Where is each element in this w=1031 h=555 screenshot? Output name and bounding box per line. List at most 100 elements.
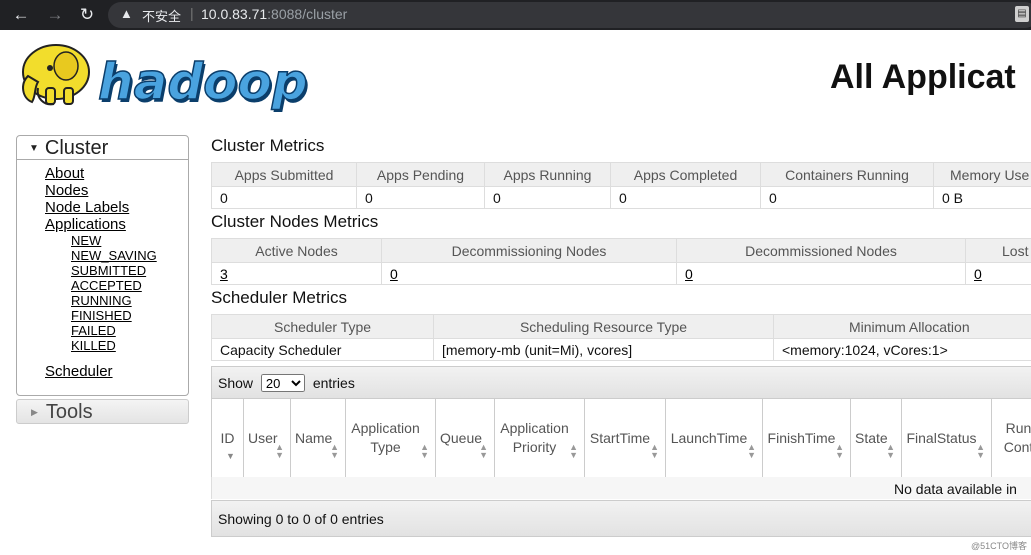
table-cell: 0 [484,186,611,209]
decommissioned-nodes-link[interactable]: 0 [685,266,693,282]
column-header-queue[interactable]: Queue ▲ ▼ [435,398,495,478]
column-header: Lost [965,238,1031,263]
nav-link-applications[interactable]: Applications [45,216,188,233]
nav-state-finished[interactable]: FINISHED [71,308,188,323]
entries-label: entries [312,375,355,391]
extension-icon[interactable]: ▤ [1015,6,1029,22]
nav-state-new-saving[interactable]: NEW_SAVING [71,248,188,263]
expanded-triangle-icon: ▼ [29,143,39,154]
tools-nav-header[interactable]: ▶ Tools [16,399,189,424]
column-header-id[interactable]: ID ▼ [211,398,244,478]
app-states-list: NEW NEW_SAVING SUBMITTED ACCEPTED RUNNIN… [45,233,188,353]
column-header-launch-time[interactable]: LaunchTime ▲ ▼ [665,398,763,478]
table-header-row: Scheduler Type Scheduling Resource Type … [211,314,1031,339]
nav-state-running[interactable]: RUNNING [71,293,188,308]
sort-icon: ▲ ▼ [976,442,985,460]
nav-state-accepted[interactable]: ACCEPTED [71,278,188,293]
table-cell: 0 B [933,186,1031,209]
column-header-finish-time[interactable]: FinishTime ▲ ▼ [762,398,851,478]
column-header: Apps Submitted [211,162,357,187]
column-header-state[interactable]: State ▲ ▼ [850,398,902,478]
active-nodes-link[interactable]: 3 [220,266,228,282]
applications-table: ID ▼ User ▲ ▼ Name ▲ ▼ Application Type ▲ ▼ Queu… [211,398,1031,478]
column-header: Minimum Allocation [773,314,1031,339]
url-divider: | [190,5,194,21]
nav-state-new[interactable]: NEW [71,233,188,248]
browser-toolbar: ← → ↻ ▲ 不安全 | 10.0.83.71:8088/cluster ▤ [0,0,1031,30]
column-header-start-time[interactable]: StartTime ▲ ▼ [584,398,666,478]
empty-table-message: No data available in [894,481,1017,497]
column-header-user[interactable]: User ▲ ▼ [243,398,291,478]
table-cell: 0 [381,262,677,285]
column-header: Apps Completed [610,162,761,187]
nav-link-about[interactable]: About [45,165,188,182]
sort-icon: ▲ ▼ [275,442,284,460]
sort-icon: ▲ ▼ [747,442,756,460]
column-header: Containers Running [760,162,934,187]
nodes-metrics-title: Cluster Nodes Metrics [211,212,379,231]
sort-icon: ▲ ▼ [569,442,578,460]
cluster-nav-panel: ▼ Cluster About Nodes Node Labels Applica… [16,135,189,396]
column-header-application-type[interactable]: Application Type ▲ ▼ [345,398,436,478]
back-icon[interactable]: ← [10,4,32,26]
column-header: Memory Use [933,162,1031,187]
warning-icon: ▲ [120,6,133,21]
table-cell: [memory-mb (unit=Mi), vcores] [433,338,774,361]
column-header: Apps Pending [356,162,485,187]
table-cell: Capacity Scheduler [211,338,434,361]
cluster-metrics-title: Cluster Metrics [211,136,325,155]
table-header-row: Active Nodes Decommissioning Nodes Decom… [211,238,1031,263]
nav-link-nodes[interactable]: Nodes [45,182,188,199]
table-header-row: Apps Submitted Apps Pending Apps Running… [211,162,1031,187]
forward-icon[interactable]: → [44,4,66,26]
page-size-select[interactable]: 20 [260,374,305,392]
empty-table-row: No data available in [211,477,1031,499]
nav-link-node-labels[interactable]: Node Labels [45,199,188,216]
page-title: All Applicat [830,58,1016,96]
svg-text:hadoop: hadoop [98,53,308,111]
collapsed-triangle-icon: ▶ [31,407,38,417]
sort-icon: ▲ ▼ [330,442,339,460]
nav-state-submitted[interactable]: SUBMITTED [71,263,188,278]
table-cell: 0 [760,186,934,209]
nav-state-failed[interactable]: FAILED [71,323,188,338]
address-bar[interactable]: ▲ 不安全 | 10.0.83.71:8088/cluster [108,2,1031,28]
column-header: Decommissioned Nodes [676,238,966,263]
sort-icon: ▲ ▼ [479,442,488,460]
security-label: 不安全 [142,10,182,25]
watermark: @51CTO博客 [971,541,1027,551]
entries-info: Showing 0 to 0 of 0 entries [218,511,384,527]
column-header: Scheduler Type [211,314,434,339]
table-row: Capacity Scheduler [memory-mb (unit=Mi),… [211,338,1031,361]
sort-icon: ▲ ▼ [886,442,895,460]
cluster-nav-header[interactable]: ▼ Cluster [17,136,188,160]
table-cell: 0 [356,186,485,209]
table-row: 3 0 0 0 [211,262,1031,285]
table-cell: 0 [610,186,761,209]
cluster-metrics-table: Apps Submitted Apps Pending Apps Running… [211,162,1031,209]
sort-icon: ▲ ▼ [835,442,844,460]
table-header-row: ID ▼ User ▲ ▼ Name ▲ ▼ Application Type ▲ ▼ Queu… [211,398,1031,478]
sort-icon: ▲ ▼ [650,442,659,460]
apps-length-bar: Show 20 entries [211,366,1031,398]
table-cell: 0 [676,262,966,285]
sort-icon: ▲ ▼ [420,442,429,460]
nav-state-killed[interactable]: KILLED [71,338,188,353]
sort-desc-icon: ▼ [226,451,235,461]
lost-nodes-link[interactable]: 0 [974,266,982,282]
column-header-name[interactable]: Name ▲ ▼ [290,398,346,478]
decommissioning-nodes-link[interactable]: 0 [390,266,398,282]
apps-info-bar: Showing 0 to 0 of 0 entries [211,500,1031,537]
column-header-running-containers[interactable]: Run Cont [991,398,1031,478]
scheduler-metrics-table: Scheduler Type Scheduling Resource Type … [211,314,1031,361]
column-header-application-priority[interactable]: Application Priority ▲ ▼ [494,398,585,478]
hadoop-logo: hadoop hadoop [22,44,310,112]
table-cell: <memory:1024, vCores:1> [773,338,1031,361]
nodes-metrics-table: Active Nodes Decommissioning Nodes Decom… [211,238,1031,285]
nav-link-scheduler[interactable]: Scheduler [45,363,188,380]
url-text: 10.0.83.71:8088/cluster [201,6,348,22]
reload-icon[interactable]: ↻ [76,4,98,26]
column-header-final-status[interactable]: FinalStatus ▲ ▼ [901,398,992,478]
table-cell: 3 [211,262,382,285]
column-header: Active Nodes [211,238,382,263]
